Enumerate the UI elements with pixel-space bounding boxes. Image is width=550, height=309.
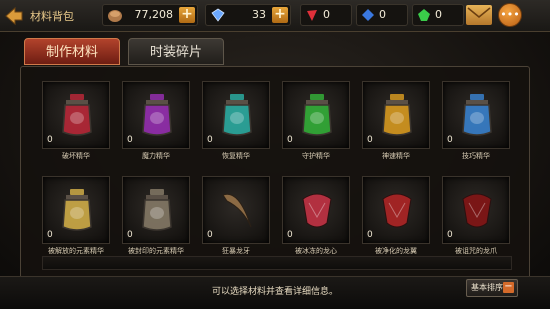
item-label: 神速精华	[382, 152, 410, 160]
item-slot[interactable]: 0	[202, 81, 270, 149]
chat-bubble-icon[interactable]: •••	[498, 3, 522, 27]
coin-counter: 77,208 +	[102, 4, 198, 26]
essence-jar-icon	[142, 94, 172, 136]
item-label: 被诅咒的龙爪	[455, 247, 497, 255]
item-label: 技巧精华	[462, 152, 490, 160]
essence-jar-icon	[222, 94, 252, 136]
add-diamonds-button[interactable]: +	[272, 7, 288, 23]
dragon-part-icon	[462, 193, 492, 228]
green-gem-icon	[418, 9, 430, 21]
item-cell[interactable]: 0 狂暴龙牙	[202, 176, 270, 259]
item-label: 被净化的龙翼	[375, 247, 417, 255]
item-label: 狂暴龙牙	[222, 247, 250, 255]
blue-gem-counter: 0	[356, 4, 408, 26]
blue-gem-value: 0	[379, 8, 386, 21]
item-cell[interactable]: 0 技巧精华	[442, 81, 510, 164]
dragon-part-icon	[382, 193, 412, 228]
red-gem-counter: 0	[300, 4, 352, 26]
blue-gem-icon	[362, 9, 374, 21]
diamond-icon	[211, 8, 225, 22]
item-slot[interactable]: 0	[202, 176, 270, 244]
item-cell[interactable]: 0 破坏精华	[42, 81, 110, 164]
sort-button[interactable]: 基本排序 −	[466, 279, 518, 297]
page-title: 材料背包	[30, 10, 74, 23]
item-count: 0	[127, 135, 133, 145]
item-count: 0	[47, 230, 53, 240]
item-label: 魔力精华	[142, 152, 170, 160]
sort-label: 基本排序	[471, 283, 503, 292]
essence-jar-icon	[62, 94, 92, 136]
item-slot[interactable]: 0	[282, 176, 350, 244]
red-gem-icon	[307, 10, 317, 21]
item-count: 0	[367, 135, 373, 145]
item-count: 0	[447, 230, 453, 240]
element-essence-icon	[62, 189, 92, 231]
item-slot[interactable]: 0	[122, 81, 190, 149]
item-cell[interactable]: 0 守护精华	[282, 81, 350, 164]
diamond-value: 33	[252, 8, 266, 21]
dragon-part-icon	[302, 193, 332, 228]
coin-bag-icon	[108, 10, 122, 22]
coin-value: 77,208	[134, 8, 174, 21]
item-cell[interactable]: 0 被冰冻的龙心	[282, 176, 350, 259]
item-cell[interactable]: 0 被封印的元素精华	[122, 176, 190, 259]
item-slot[interactable]: 0	[362, 81, 430, 149]
tab-crafting-materials[interactable]: 制作材料	[24, 38, 120, 65]
item-slot[interactable]: 0	[282, 81, 350, 149]
add-coins-button[interactable]: +	[179, 7, 195, 23]
item-cell[interactable]: 0 被诅咒的龙爪	[442, 176, 510, 259]
item-cell[interactable]: 0 神速精华	[362, 81, 430, 164]
tab-costume-fragments[interactable]: 时装碎片	[128, 38, 224, 65]
element-essence-icon	[142, 189, 172, 231]
item-cell[interactable]: 0 恢复精华	[202, 81, 270, 164]
essence-jar-icon	[302, 94, 332, 136]
item-count: 0	[287, 135, 293, 145]
item-count: 0	[207, 230, 213, 240]
dragon-part-icon	[222, 193, 252, 228]
item-cell[interactable]: 0 被解放的元素精华	[42, 176, 110, 259]
item-count: 0	[47, 135, 53, 145]
item-slot[interactable]: 0	[42, 176, 110, 244]
item-slot[interactable]: 0	[42, 81, 110, 149]
item-count: 0	[127, 230, 133, 240]
grid-row-divider	[42, 256, 512, 270]
mail-icon[interactable]	[466, 5, 492, 25]
item-count: 0	[367, 230, 373, 240]
item-label: 被冰冻的龙心	[295, 247, 337, 255]
item-count: 0	[447, 135, 453, 145]
green-gem-value: 0	[435, 8, 442, 21]
green-gem-counter: 0	[412, 4, 464, 26]
item-slot[interactable]: 0	[122, 176, 190, 244]
item-slot[interactable]: 0	[442, 81, 510, 149]
item-cell[interactable]: 0 被净化的龙翼	[362, 176, 430, 259]
item-label: 恢复精华	[222, 152, 250, 160]
essence-jar-icon	[462, 94, 492, 136]
item-label: 被解放的元素精华	[48, 247, 104, 255]
diamond-counter: 33 +	[205, 4, 291, 26]
top-bar: 材料背包 77,208 + 33 + 0 0 0 •••	[0, 0, 550, 32]
sort-toggle-icon: −	[503, 281, 514, 293]
back-arrow-icon[interactable]	[4, 6, 24, 26]
item-slot[interactable]: 0	[362, 176, 430, 244]
item-slot[interactable]: 0	[442, 176, 510, 244]
item-label: 守护精华	[302, 152, 330, 160]
essence-jar-icon	[382, 94, 412, 136]
item-cell[interactable]: 0 魔力精华	[122, 81, 190, 164]
item-label: 破坏精华	[62, 152, 90, 160]
item-count: 0	[287, 230, 293, 240]
red-gem-value: 0	[323, 8, 330, 21]
item-label: 被封印的元素精华	[128, 247, 184, 255]
item-count: 0	[207, 135, 213, 145]
